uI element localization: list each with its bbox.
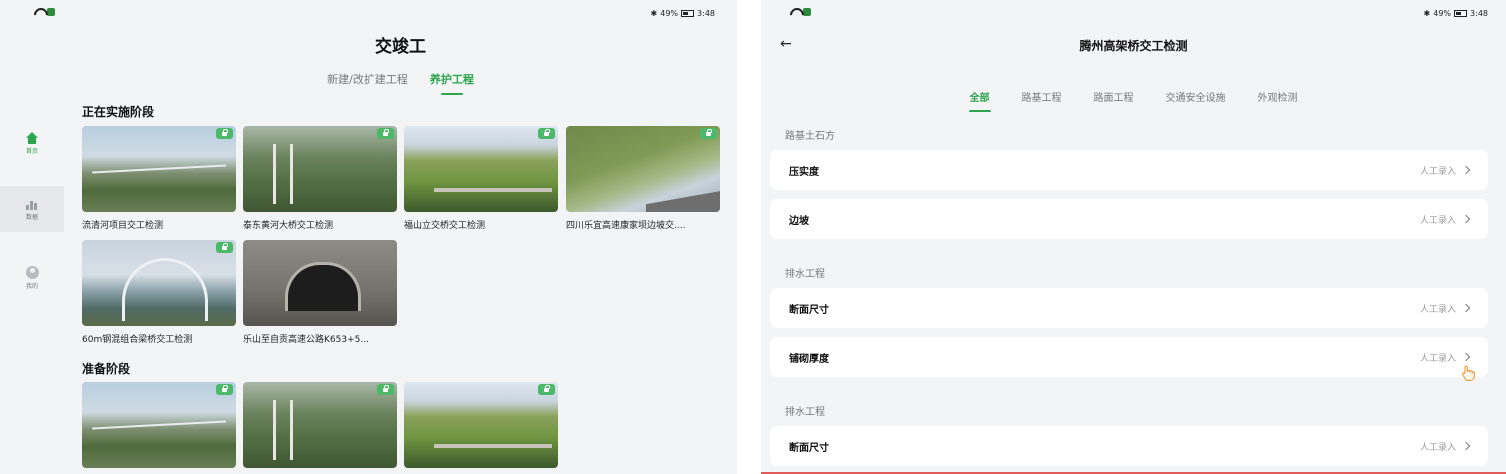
- status-bar: ✱ 49% 3:48: [1424, 9, 1488, 18]
- sidebar-item-label: 我的: [25, 283, 38, 290]
- project-thumbnail: [404, 126, 558, 212]
- status-bar: ✱ 49% 3:48: [651, 9, 715, 18]
- manual-entry-label: 人工录入: [1419, 304, 1456, 315]
- project-name: 60m钢混组合梁桥交工检测: [82, 335, 193, 345]
- group-label: 排水工程: [785, 407, 825, 418]
- chevron-right-icon: [1461, 214, 1471, 224]
- clock: 3:48: [697, 9, 715, 18]
- chevron-right-icon: [1461, 165, 1471, 175]
- lock-icon: [538, 384, 555, 395]
- chevron-right-icon: [1461, 441, 1471, 451]
- projects-screen: 首页 数据 我的 ✱ 49% 3:48 交竣工 新建/改扩建工程 养护工程 正在…: [0, 0, 737, 474]
- sidebar-item-label: 数据: [25, 213, 38, 221]
- sidebar-item-label: 首页: [25, 147, 38, 155]
- group-label: 路基土石方: [785, 131, 835, 142]
- project-thumbnail: [566, 126, 720, 212]
- category-tabs: 全部 路基工程 路面工程 交通安全设施 外观检测: [761, 89, 1506, 112]
- wifi-icon: [34, 8, 44, 16]
- tab-subgrade[interactable]: 路基工程: [1022, 89, 1062, 112]
- chevron-right-icon: [1461, 352, 1471, 362]
- project-thumbnail: [404, 382, 558, 468]
- inspection-row[interactable]: 压实度 人工录入: [770, 150, 1488, 190]
- project-type-tabs: 新建/改扩建工程 养护工程: [64, 71, 737, 95]
- project-thumbnail: [243, 382, 397, 468]
- inspection-row[interactable]: 断面尺寸 人工录入: [770, 426, 1488, 466]
- group-label: 排水工程: [785, 269, 825, 280]
- inspection-row[interactable]: 铺砌厚度 人工录入: [770, 337, 1488, 377]
- manual-entry-label: 人工录入: [1419, 215, 1456, 226]
- project-card[interactable]: 流清河项目交工检测: [82, 126, 236, 231]
- inspection-row[interactable]: 断面尺寸 人工录入: [770, 288, 1488, 328]
- tab-safety-facilities[interactable]: 交通安全设施: [1166, 89, 1226, 112]
- sidebar: 首页 数据 我的: [0, 0, 64, 474]
- clock: 3:48: [1470, 9, 1488, 18]
- manual-entry-label: 人工录入: [1419, 442, 1456, 453]
- row-title: 铺砌厚度: [789, 353, 829, 365]
- tab-pavement[interactable]: 路面工程: [1094, 89, 1134, 112]
- section-title-in-progress: 正在实施阶段: [82, 105, 155, 119]
- lock-icon: [377, 384, 394, 395]
- project-card[interactable]: 四川乐宜高速康家坝边坡交....: [566, 126, 720, 231]
- tab-new-build[interactable]: 新建/改扩建工程: [327, 71, 408, 95]
- project-card[interactable]: 泰东黄河大桥交工检测: [243, 126, 397, 231]
- bluetooth-icon: ✱: [650, 9, 658, 18]
- lock-icon: [216, 384, 233, 395]
- project-card[interactable]: [82, 382, 236, 468]
- tab-all[interactable]: 全部: [970, 89, 990, 112]
- project-name: 流清河项目交工检测: [82, 221, 164, 231]
- battery-percent: 49%: [660, 9, 679, 18]
- project-thumbnail: [243, 126, 397, 212]
- wifi-icon: [790, 8, 800, 16]
- project-card[interactable]: [243, 382, 397, 468]
- project-thumbnail: [82, 126, 236, 212]
- project-card[interactable]: 60m钢混组合梁桥交工检测: [82, 240, 236, 345]
- inspection-detail-screen: ✱ 49% 3:48 ← 腾州高架桥交工检测 全部 路基工程 路面工程 交通安全…: [761, 0, 1506, 474]
- tab-appearance[interactable]: 外观检测: [1258, 89, 1298, 112]
- project-name: 福山立交桥交工检测: [404, 221, 486, 231]
- lock-icon: [700, 128, 717, 139]
- tab-maintenance[interactable]: 养护工程: [430, 71, 474, 95]
- project-card[interactable]: 乐山至自贡高速公路K653+5...: [243, 240, 397, 345]
- row-title: 断面尺寸: [789, 304, 829, 316]
- project-thumbnail: [243, 240, 397, 326]
- battery-icon: [681, 10, 695, 17]
- status-icons: [790, 8, 811, 16]
- lock-icon: [216, 128, 233, 139]
- sidebar-item-data[interactable]: 数据: [0, 186, 64, 232]
- row-title: 断面尺寸: [789, 442, 829, 454]
- lock-icon: [538, 128, 555, 139]
- bluetooth-icon: ✱: [1423, 9, 1431, 18]
- inspection-row[interactable]: 边坡 人工录入: [770, 199, 1488, 239]
- project-name: 乐山至自贡高速公路K653+5...: [243, 335, 369, 345]
- status-icons: [34, 8, 55, 16]
- lock-icon: [377, 128, 394, 139]
- battery-icon: [1454, 10, 1468, 17]
- page-title: 交竣工: [375, 37, 426, 57]
- sidebar-item-mine[interactable]: 我的: [0, 255, 64, 301]
- hand-pointer-icon: [1461, 365, 1475, 381]
- project-name: 泰东黄河大桥交工检测: [243, 221, 334, 231]
- project-thumbnail: [82, 240, 236, 326]
- manual-entry-label: 人工录入: [1419, 166, 1456, 177]
- battery-percent: 49%: [1433, 9, 1452, 18]
- row-title: 边坡: [789, 215, 809, 227]
- bar-chart-icon: [26, 198, 38, 210]
- page-title: 腾州高架桥交工检测: [1079, 39, 1188, 53]
- lock-icon: [216, 242, 233, 253]
- sidebar-item-home[interactable]: 首页: [0, 120, 64, 166]
- project-card[interactable]: [404, 382, 558, 468]
- project-name: 四川乐宜高速康家坝边坡交....: [566, 221, 686, 231]
- chevron-right-icon: [1461, 303, 1471, 313]
- manual-entry-label: 人工录入: [1419, 353, 1456, 364]
- user-icon: [25, 266, 39, 279]
- home-icon: [25, 131, 39, 144]
- section-title-preparing: 准备阶段: [82, 362, 131, 376]
- project-card[interactable]: 福山立交桥交工检测: [404, 126, 558, 231]
- project-thumbnail: [82, 382, 236, 468]
- row-title: 压实度: [789, 166, 819, 178]
